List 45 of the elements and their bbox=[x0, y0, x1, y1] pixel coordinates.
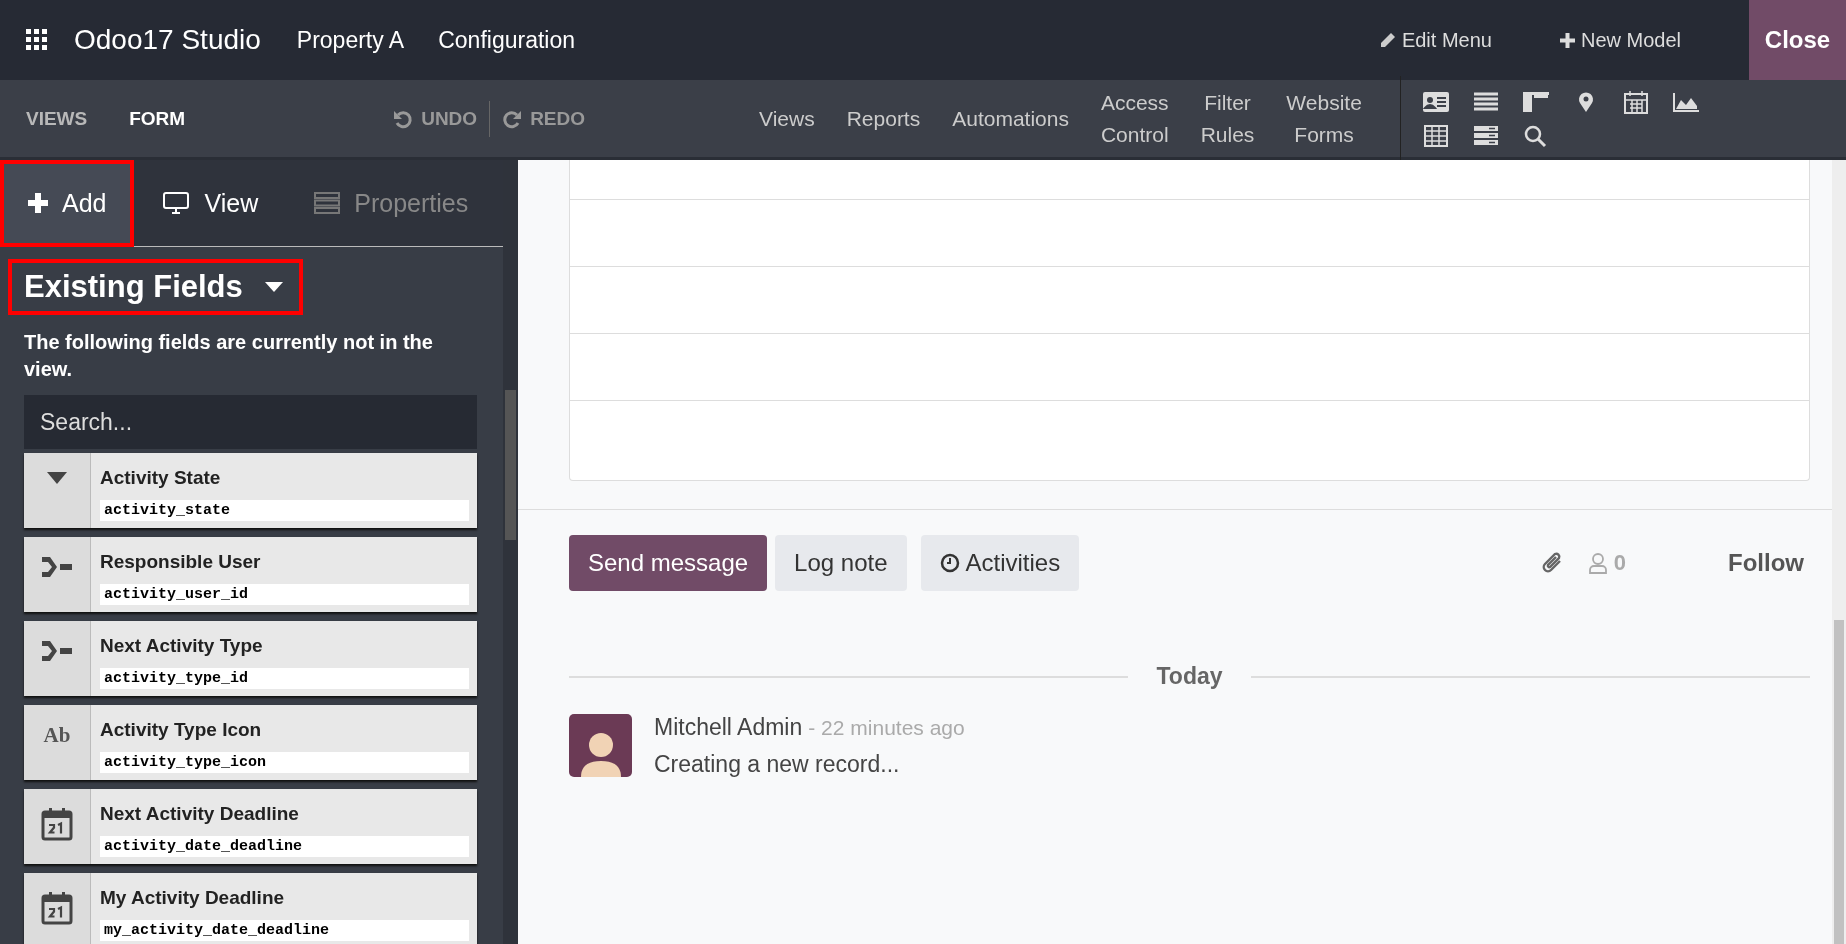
field-card[interactable]: Activity State activity_state bbox=[24, 453, 477, 528]
section-dropdown[interactable]: Existing Fields bbox=[8, 259, 303, 315]
breadcrumb[interactable]: FORM bbox=[129, 107, 186, 130]
field-label: My Activity Deadline bbox=[100, 887, 286, 910]
send-message-button[interactable]: Send message bbox=[569, 535, 768, 591]
section-description: The following fields are currently not in the view. bbox=[24, 330, 434, 382]
menu-item[interactable]: Configuration bbox=[438, 26, 575, 54]
field-card[interactable]: Responsible User activity_user_id bbox=[24, 537, 477, 612]
message-body: Creating a new record... bbox=[654, 751, 901, 778]
field-label: Next Activity Deadline bbox=[100, 803, 300, 826]
sidebar-tab[interactable]: Add bbox=[0, 160, 135, 247]
studio-menu-item[interactable]: Automations bbox=[952, 102, 1069, 135]
activities-button[interactable]: Activities bbox=[920, 535, 1080, 591]
field-label: Activity Type Icon bbox=[100, 719, 263, 742]
field-card[interactable]: Next Activity Type activity_type_id bbox=[24, 621, 477, 696]
field-technical-name: activity_date_deadline bbox=[100, 836, 469, 857]
studio-menu-item[interactable]: Views bbox=[759, 102, 815, 135]
field-technical-name: my_activity_date_deadline bbox=[100, 920, 469, 941]
edit-menu-button[interactable]: Edit Menu bbox=[1378, 28, 1492, 52]
follow-button[interactable]: Follow bbox=[1722, 548, 1810, 578]
message-author[interactable]: Mitchell Admin bbox=[654, 714, 803, 740]
studio-menu-item[interactable]: Filter Rules bbox=[1200, 86, 1255, 151]
studio-menu-item[interactable]: Website Forms bbox=[1286, 86, 1362, 151]
field-technical-name: activity_user_id bbox=[100, 584, 469, 605]
field-technical-name: activity_state bbox=[100, 500, 469, 521]
date-separator: Today bbox=[1156, 663, 1223, 690]
search-field[interactable]: Search... bbox=[24, 395, 477, 449]
field-technical-name: activity_type_id bbox=[100, 668, 469, 689]
breadcrumb[interactable]: VIEWS bbox=[26, 107, 88, 130]
studio-menu-item[interactable]: Reports bbox=[846, 102, 921, 135]
log-note-button[interactable]: Log note bbox=[775, 535, 907, 591]
field-card[interactable]: My Activity Deadline my_activity_date_deadline bbox=[24, 873, 477, 944]
field-label: Next Activity Type bbox=[100, 635, 264, 658]
app-title[interactable]: Odoo17 Studio bbox=[74, 24, 261, 56]
new-model-button[interactable]: New Model bbox=[1559, 28, 1681, 52]
message-time: - 22 minutes ago bbox=[808, 716, 965, 739]
field-card[interactable]: Next Activity Deadline activity_date_deadline bbox=[24, 789, 477, 864]
field-label: Activity State bbox=[100, 467, 222, 490]
text-type-icon: Ab bbox=[43, 723, 71, 747]
studio-menu-item[interactable]: Access Control bbox=[1100, 86, 1169, 151]
field-technical-name: activity_type_icon bbox=[100, 752, 469, 773]
close-button[interactable]: Close bbox=[1749, 0, 1846, 80]
field-label: Responsible User bbox=[100, 551, 262, 574]
field-card[interactable]: Ab Activity Type Icon activity_type_icon bbox=[24, 705, 477, 780]
menu-item[interactable]: Property A bbox=[296, 26, 405, 54]
